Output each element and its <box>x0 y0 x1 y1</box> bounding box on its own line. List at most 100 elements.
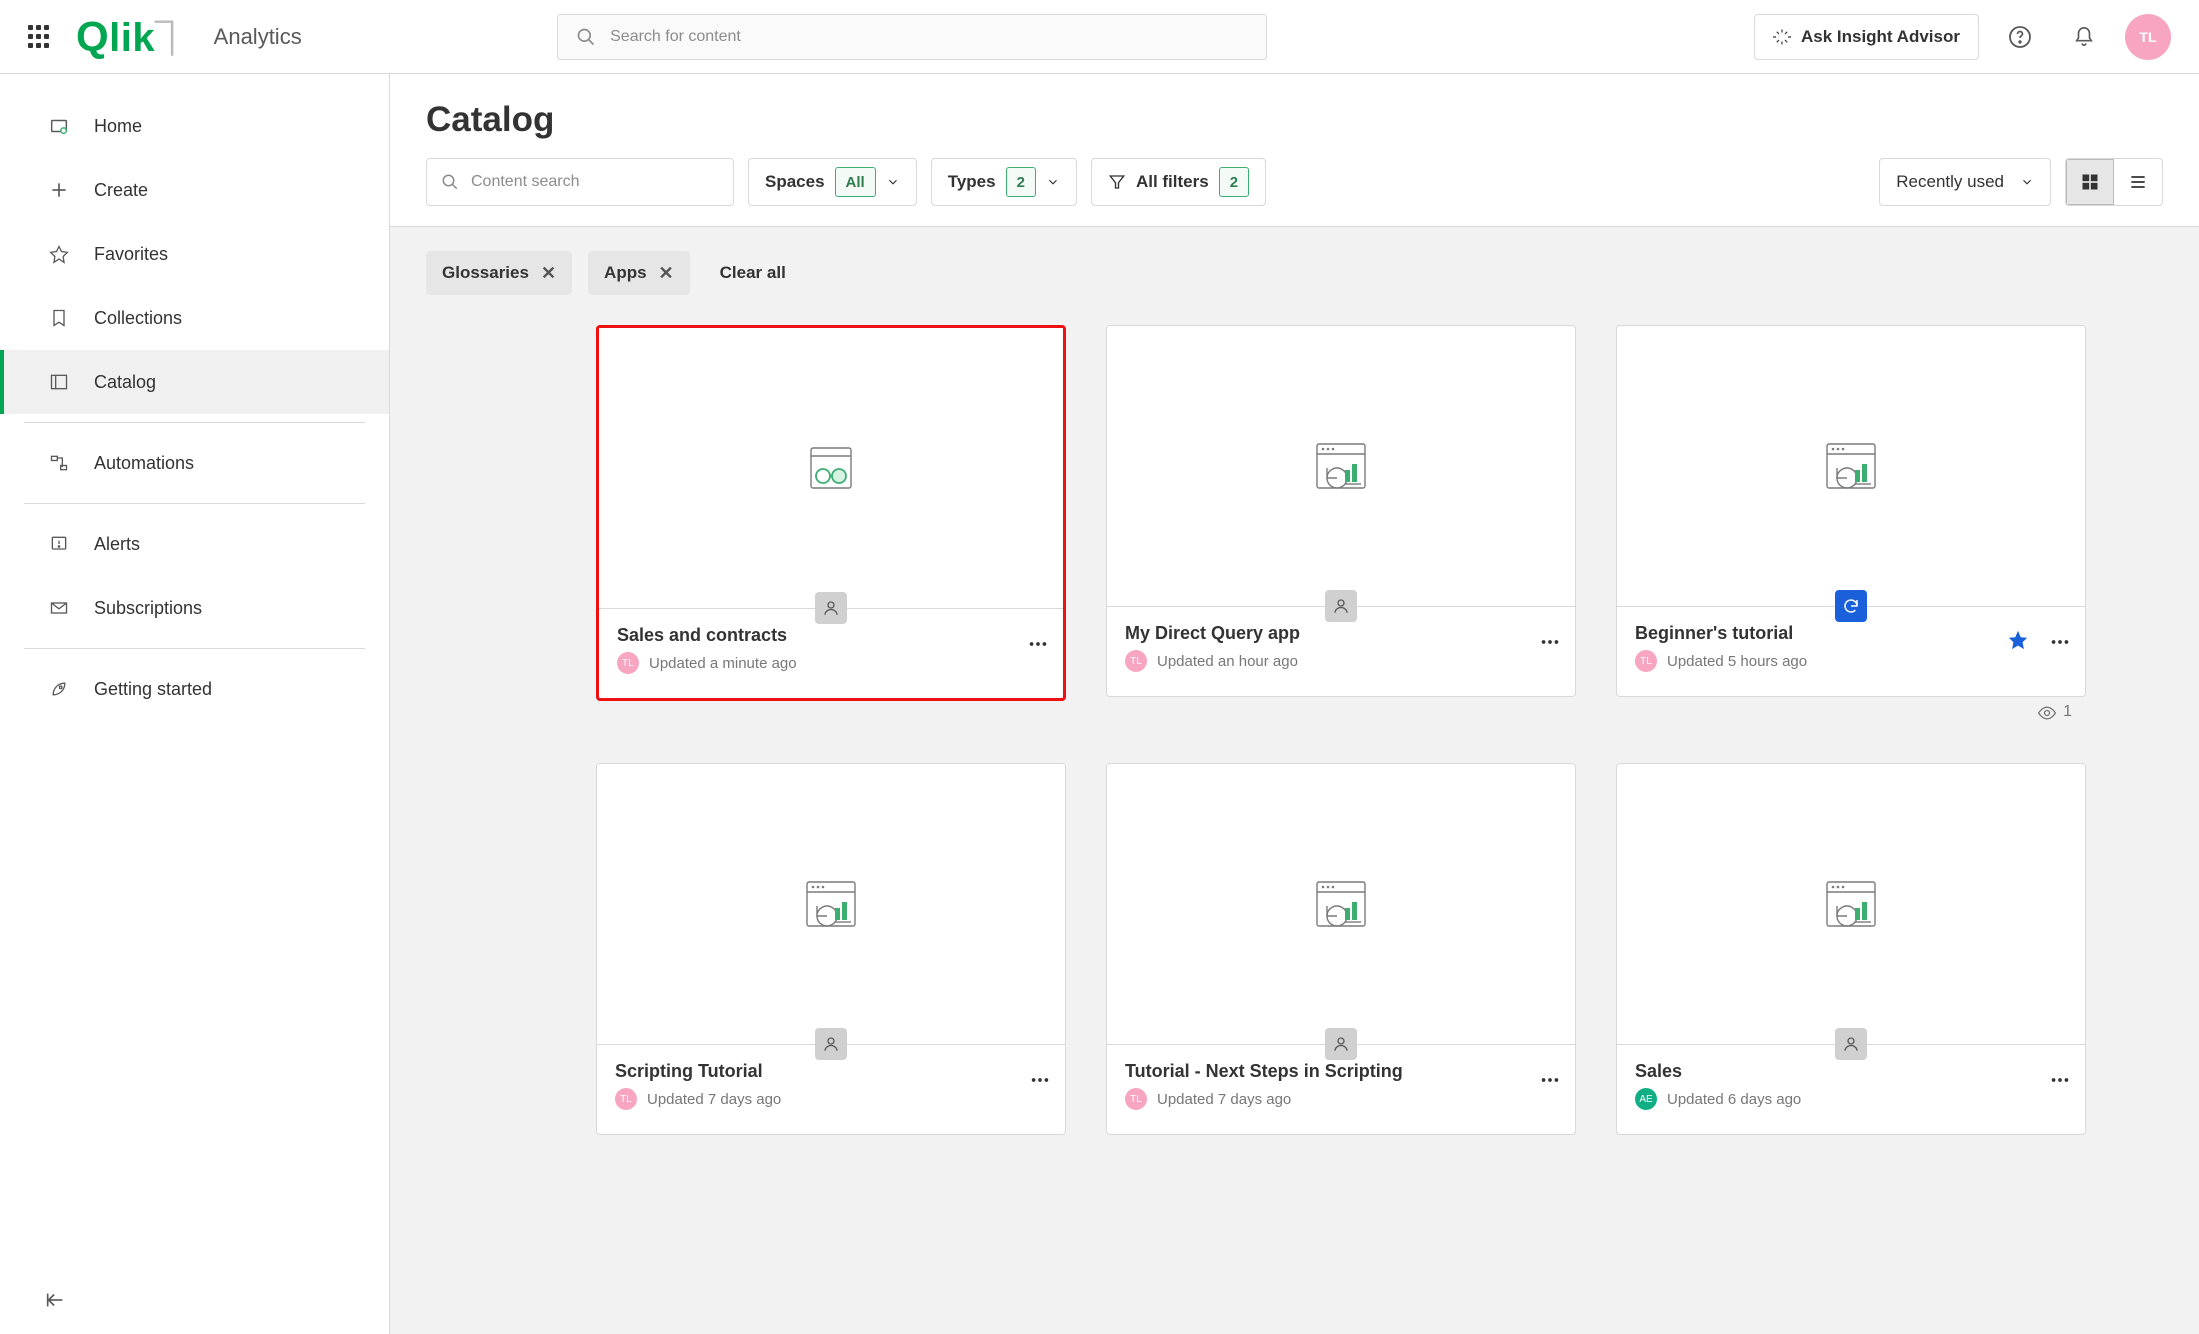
card-updated: Updated a minute ago <box>649 655 797 672</box>
sidebar-item-getting-started[interactable]: Getting started <box>0 657 389 721</box>
grid-view-button[interactable] <box>2066 159 2114 205</box>
card-more-button[interactable] <box>1029 1069 1051 1091</box>
app-launcher-icon[interactable] <box>28 25 52 49</box>
sidebar-item-label: Favorites <box>94 244 168 265</box>
card-title: My Direct Query app <box>1125 623 1557 644</box>
catalog-card[interactable]: Tutorial - Next Steps in ScriptingTLUpda… <box>1106 763 1576 1135</box>
search-icon <box>441 173 459 191</box>
owner-avatar: AE <box>1635 1088 1657 1110</box>
filter-tag-glossaries[interactable]: Glossaries ✕ <box>426 251 572 295</box>
main-header: Catalog Content search Spaces All Types … <box>390 74 2199 226</box>
bookmark-icon <box>48 307 70 329</box>
card-thumbnail <box>1107 326 1575 606</box>
catalog-icon <box>48 371 70 393</box>
types-filter-label: Types <box>948 172 996 192</box>
card-meta: TLUpdated 7 days ago <box>1125 1088 1557 1110</box>
card-title: Sales <box>1635 1061 2067 1082</box>
sidebar-item-catalog[interactable]: Catalog <box>0 350 389 414</box>
sidebar-item-label: Collections <box>94 308 182 329</box>
favorite-star-icon[interactable] <box>2007 629 2029 656</box>
card-meta: TLUpdated 7 days ago <box>615 1088 1047 1110</box>
content-search-input[interactable]: Content search <box>426 158 734 206</box>
card-meta: AEUpdated 6 days ago <box>1635 1088 2067 1110</box>
filter-tag-label: Glossaries <box>442 263 529 283</box>
card-more-button[interactable] <box>1027 633 1049 655</box>
ask-insight-label: Ask Insight Advisor <box>1801 27 1960 47</box>
types-filter[interactable]: Types 2 <box>931 158 1077 206</box>
card-thumbnail <box>597 764 1065 1044</box>
sidebar-item-collections[interactable]: Collections <box>0 286 389 350</box>
sidebar-item-label: Alerts <box>94 534 140 555</box>
qlik-logo[interactable]: Qlik⏋ <box>76 12 190 61</box>
view-toggle <box>2065 158 2163 206</box>
filter-toolbar: Content search Spaces All Types 2 All fi… <box>426 158 2163 226</box>
catalog-canvas: Glossaries ✕ Apps ✕ Clear all Sales and … <box>390 226 2199 1334</box>
types-filter-badge: 2 <box>1006 167 1036 197</box>
filter-icon <box>1108 173 1126 191</box>
grid-icon <box>2080 172 2100 192</box>
sidebar-item-automations[interactable]: Automations <box>0 431 389 495</box>
sidebar-item-alerts[interactable]: Alerts <box>0 512 389 576</box>
spaces-filter-label: Spaces <box>765 172 825 192</box>
owner-avatar: TL <box>615 1088 637 1110</box>
spaces-filter[interactable]: Spaces All <box>748 158 917 206</box>
owner-avatar: TL <box>1125 650 1147 672</box>
card-more-button[interactable] <box>2049 631 2071 653</box>
all-filters-label: All filters <box>1136 172 1209 192</box>
sidebar-separator <box>24 503 365 504</box>
catalog-grid: Sales and contracts TL Updated a minute ag… <box>426 325 2163 1135</box>
sort-dropdown[interactable]: Recently used <box>1879 158 2051 206</box>
sparkle-icon <box>1773 28 1791 46</box>
breadcrumb[interactable]: Analytics <box>214 24 302 50</box>
sidebar-item-label: Create <box>94 180 148 201</box>
card-thumbnail <box>1617 326 2085 606</box>
catalog-card[interactable]: Sales AEUpdated 6 days ago <box>1616 763 2086 1135</box>
owner-avatar: TL <box>1635 650 1657 672</box>
bell-icon <box>2073 26 2095 48</box>
close-icon[interactable]: ✕ <box>541 263 556 284</box>
card-title: Scripting Tutorial <box>615 1061 1047 1082</box>
card-more-button[interactable] <box>1539 1069 1561 1091</box>
reload-badge-icon <box>1835 590 1867 622</box>
personal-space-icon <box>1325 1028 1357 1060</box>
personal-space-icon <box>815 592 847 624</box>
owner-avatar: TL <box>617 652 639 674</box>
user-avatar[interactable]: TL <box>2125 14 2171 60</box>
content-search-placeholder: Content search <box>471 173 580 191</box>
active-filter-tags: Glossaries ✕ Apps ✕ Clear all <box>426 251 2163 295</box>
catalog-card[interactable]: Beginner's tutorialTLUpdated 5 hours ago <box>1616 325 2086 697</box>
notifications-button[interactable] <box>2061 14 2107 60</box>
help-icon <box>2008 25 2032 49</box>
search-icon <box>576 27 596 47</box>
sidebar-item-label: Home <box>94 116 142 137</box>
catalog-card[interactable]: Sales and contracts TL Updated a minute ag… <box>596 325 1066 701</box>
catalog-card[interactable]: Scripting Tutorial TLUpdated 7 days ago <box>596 763 1066 1135</box>
list-icon <box>2128 172 2148 192</box>
collapse-sidebar-button[interactable] <box>44 1289 66 1316</box>
card-title: Sales and contracts <box>617 625 1045 646</box>
sidebar-separator <box>24 422 365 423</box>
card-more-button[interactable] <box>1539 631 1561 653</box>
global-search-input[interactable]: Search for content <box>557 14 1267 60</box>
clear-all-button[interactable]: Clear all <box>706 263 800 283</box>
all-filters[interactable]: All filters 2 <box>1091 158 1266 206</box>
card-thumbnail <box>1107 764 1575 1044</box>
list-view-button[interactable] <box>2114 159 2162 205</box>
automations-icon <box>48 452 70 474</box>
sidebar-item-subscriptions[interactable]: Subscriptions <box>0 576 389 640</box>
catalog-card[interactable]: My Direct Query app TLUpdated an hour ago <box>1106 325 1576 697</box>
sidebar-item-home[interactable]: Home <box>0 94 389 158</box>
card-more-button[interactable] <box>2049 1069 2071 1091</box>
all-filters-badge: 2 <box>1219 167 1249 197</box>
filter-tag-apps[interactable]: Apps ✕ <box>588 251 690 295</box>
sidebar-item-favorites[interactable]: Favorites <box>0 222 389 286</box>
card-meta: TLUpdated an hour ago <box>1125 650 1557 672</box>
close-icon[interactable]: ✕ <box>659 263 674 284</box>
sidebar-item-create[interactable]: Create <box>0 158 389 222</box>
global-search-placeholder: Search for content <box>610 28 741 46</box>
personal-space-icon <box>1325 590 1357 622</box>
ask-insight-button[interactable]: Ask Insight Advisor <box>1754 14 1979 60</box>
card-view-count: 1 <box>1616 697 2086 723</box>
main-content: Catalog Content search Spaces All Types … <box>390 74 2199 1334</box>
help-button[interactable] <box>1997 14 2043 60</box>
